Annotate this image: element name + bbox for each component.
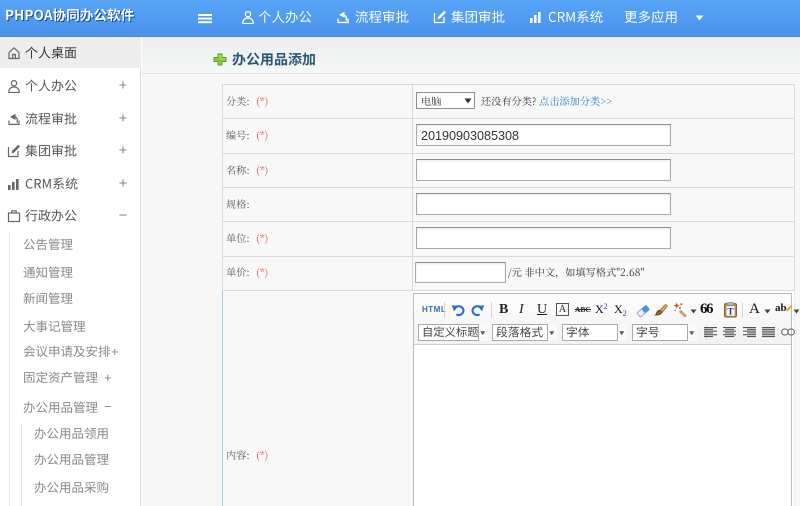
svg-text:T: T [727, 308, 734, 318]
